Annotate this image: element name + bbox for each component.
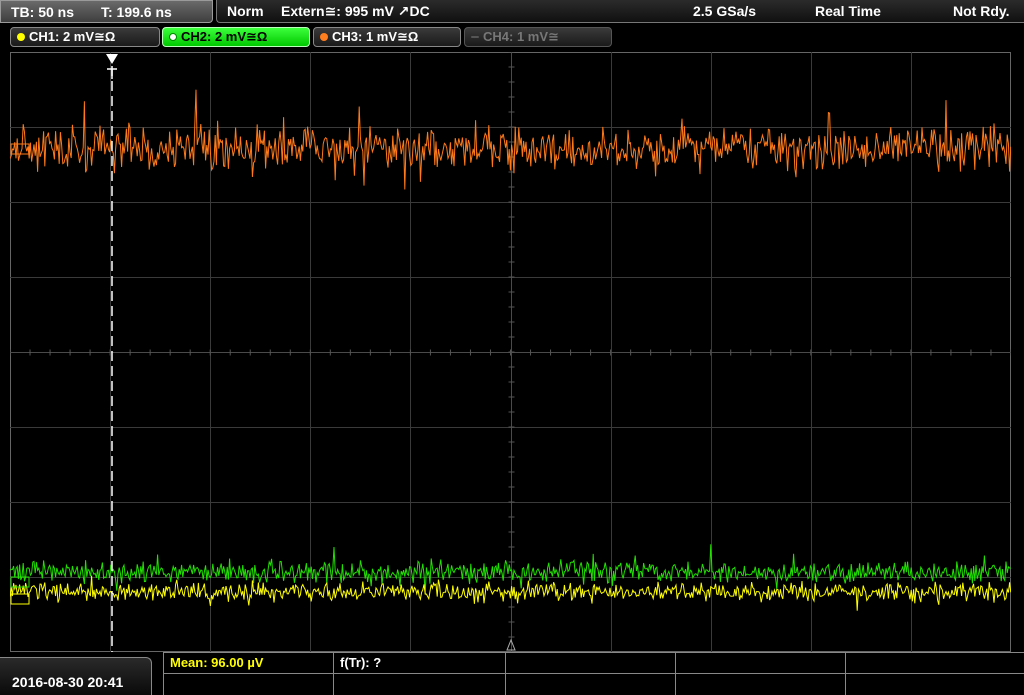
measurement-cell-3[interactable] (505, 653, 675, 695)
ch2-dot-icon (169, 33, 177, 41)
trigger-panel[interactable]: Norm Extern≅: 995 mV ↗DC 2.5 GSa/s Real … (216, 0, 1024, 23)
trigger-t-icon (107, 68, 117, 79)
timebase-panel[interactable]: TB: 50 ns T: 199.6 ns (0, 0, 213, 23)
ch1-label: CH1: 2 mV≅Ω (29, 29, 116, 44)
ch4-dash-icon (471, 36, 479, 38)
trigger-source: Extern≅: 995 mV ↗DC (281, 3, 430, 19)
ch4-label: CH4: 1 mV≅ (483, 29, 559, 44)
ch2-tab[interactable]: CH2: 2 mV≅Ω (162, 27, 310, 47)
ch3-tab[interactable]: CH3: 1 mV≅Ω (313, 27, 461, 47)
trigger-time-value: T: 199.6 ns (101, 4, 172, 20)
ch3-label: CH3: 1 mV≅Ω (332, 29, 419, 44)
sample-rate: 2.5 GSa/s (693, 3, 757, 19)
ch4-tab[interactable]: CH4: 1 mV≅ (464, 27, 612, 47)
trigger-position-arrow-icon (106, 54, 118, 64)
ch1-waveform (10, 575, 1011, 611)
ftr-measurement: f(Tr): ? (340, 655, 382, 670)
mean-measurement: Mean: 96.00 µV (170, 655, 264, 670)
datetime: 2016-08-30 20:41 (12, 674, 124, 690)
measurement-cell-ftr[interactable]: f(Tr): ? (333, 653, 505, 695)
ch1-offset-marker (10, 593, 30, 605)
acquisition-mode: Real Time (815, 3, 881, 19)
timebase-value: TB: 50 ns (11, 4, 75, 20)
trigger-mode: Norm (227, 3, 264, 19)
graticule-svg (10, 52, 1011, 652)
ch3-waveform (10, 89, 1011, 190)
ch1-tab[interactable]: CH1: 2 mV≅Ω (10, 27, 160, 47)
measurement-table[interactable]: Mean: 96.00 µV f(Tr): ? (163, 652, 1024, 695)
ch3-dot-icon (320, 33, 328, 41)
ch2-label: CH2: 2 mV≅Ω (181, 29, 268, 44)
status-bar: TB: 50 ns T: 199.6 ns Norm Extern≅: 995 … (0, 0, 1024, 24)
ch1-dot-icon (17, 33, 25, 41)
measurement-cell-mean[interactable]: Mean: 96.00 µV (163, 653, 333, 695)
measurement-cell-5[interactable] (845, 653, 1024, 695)
ch2-waveform (10, 544, 1011, 595)
waveform-display[interactable] (10, 52, 1011, 652)
run-state: Not Rdy. (953, 3, 1010, 19)
measurement-cell-4[interactable] (675, 653, 845, 695)
bottom-bar: 2016-08-30 20:41 Mean: 96.00 µV f(Tr): ? (0, 652, 1024, 695)
datetime-panel: 2016-08-30 20:41 (0, 657, 152, 695)
